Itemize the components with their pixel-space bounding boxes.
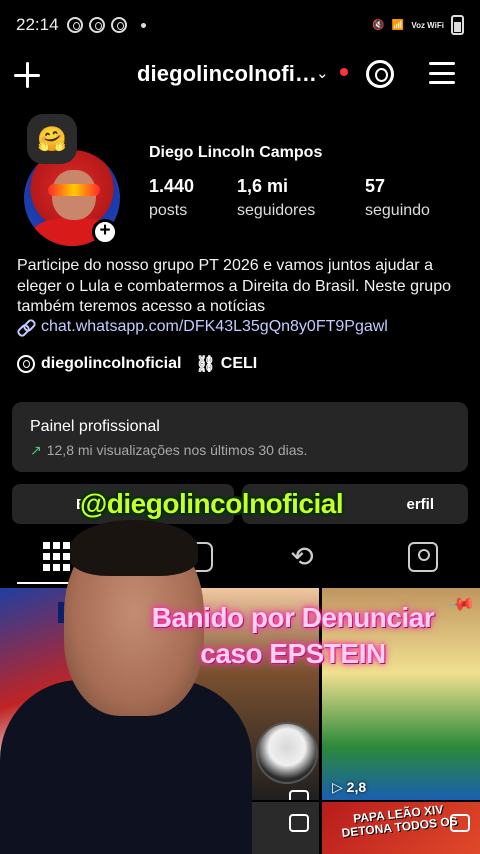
reel-icon bbox=[289, 814, 309, 832]
panel-subtitle: ↗ 12,8 mi visualizações nos últimos 30 di… bbox=[30, 442, 450, 459]
stat-followers[interactable]: 1,6 mi seguidores bbox=[237, 176, 315, 220]
avatar-glasses bbox=[48, 184, 100, 196]
thumb-caption: PAPA LEÃO XIV DETONA TODOS OS bbox=[340, 802, 459, 841]
profile-header: diegolincolnofi… ⌄ bbox=[0, 50, 480, 100]
grid-post[interactable]: PAPA LEÃO XIV DETONA TODOS OS bbox=[322, 802, 480, 854]
stat-label: seguindo bbox=[365, 202, 430, 219]
link-chain-icon: ⛓ bbox=[195, 356, 216, 373]
panel-views-text: 12,8 mi visualizações nos últimos 30 dia… bbox=[46, 442, 308, 458]
panel-title: Painel profissional bbox=[30, 418, 160, 435]
view-count-value: 2,8 bbox=[346, 779, 367, 795]
status-bar: 22:14 🔇 📶 Voz WiFi bbox=[0, 0, 480, 50]
system-icons: 🔇 📶 Voz WiFi bbox=[372, 15, 464, 35]
view-count: ▷ 2,8 bbox=[332, 779, 367, 795]
menu-icon[interactable] bbox=[429, 62, 455, 84]
stat-label: posts bbox=[149, 202, 188, 219]
reel-icon bbox=[289, 790, 309, 800]
reel-icon bbox=[450, 814, 470, 832]
presenter-hair bbox=[70, 520, 198, 576]
volte-label: Voz WiFi bbox=[411, 20, 444, 30]
username-switcher[interactable]: diegolincolnofi… bbox=[137, 61, 317, 87]
inset-portrait bbox=[256, 722, 318, 784]
overlay-headline-line2: caso EPSTEIN bbox=[200, 638, 386, 669]
create-post-button[interactable] bbox=[14, 62, 40, 88]
stat-value: 57 bbox=[365, 176, 386, 196]
threads-icon[interactable] bbox=[366, 60, 394, 88]
chevron-down-icon[interactable]: ⌄ bbox=[316, 64, 329, 82]
clock: 22:14 bbox=[16, 15, 59, 34]
repost-tab-icon[interactable]: ⟲ bbox=[287, 542, 317, 572]
threads-icon bbox=[110, 17, 127, 33]
battery-icon bbox=[451, 15, 464, 35]
mute-icon: 🔇 bbox=[372, 19, 385, 31]
profile-full-name: Diego Lincoln Campos bbox=[149, 144, 323, 161]
threads-handle-chip[interactable]: diegolincolnoficial bbox=[41, 355, 181, 373]
overlay-headline-line1: Banido por Denunciar bbox=[151, 602, 435, 633]
notification-dot bbox=[340, 68, 348, 76]
professional-dashboard[interactable]: Painel profissional ↗ 12,8 mi visualizaçõ… bbox=[12, 402, 468, 472]
profile-bio: Participe do nosso grupo PT 2026 e vamos… bbox=[17, 257, 451, 315]
stat-following[interactable]: 57 seguindo bbox=[365, 176, 430, 220]
stat-label: seguidores bbox=[237, 202, 316, 219]
threads-icon bbox=[88, 17, 105, 33]
wifi-icon: 📶 bbox=[391, 19, 405, 31]
stat-value: 1.440 bbox=[149, 176, 195, 196]
threads-icon bbox=[17, 355, 35, 373]
tagged-tab-icon[interactable] bbox=[408, 542, 438, 572]
trend-up-icon: ↗ bbox=[30, 442, 42, 458]
note-bubble[interactable]: 🤗 bbox=[27, 114, 77, 164]
overlay-handle-text: @diegolincolnoficial bbox=[80, 488, 344, 519]
overlay-headline: Banido por Denunciar caso EPSTEIN bbox=[128, 600, 458, 672]
threads-icon bbox=[66, 17, 83, 33]
link-icon bbox=[17, 318, 35, 336]
bio-link[interactable]: chat.whatsapp.com/DFK43L35gQn8y0FT9Pgawl bbox=[17, 318, 388, 336]
bio-link-text[interactable]: chat.whatsapp.com/DFK43L35gQn8y0FT9Pgawl bbox=[41, 318, 388, 336]
stat-posts[interactable]: 1.440 posts bbox=[149, 176, 194, 220]
share-profile-label: erfil bbox=[406, 495, 434, 513]
presenter-overlay bbox=[0, 520, 252, 854]
more-notifications-icon bbox=[140, 22, 146, 28]
stat-value: 1,6 mi bbox=[237, 176, 289, 196]
profile-chips: diegolincolnoficial ⛓ CELI bbox=[17, 354, 257, 374]
celi-chip[interactable]: CELI bbox=[221, 355, 257, 373]
add-story-button[interactable]: + bbox=[92, 219, 118, 245]
